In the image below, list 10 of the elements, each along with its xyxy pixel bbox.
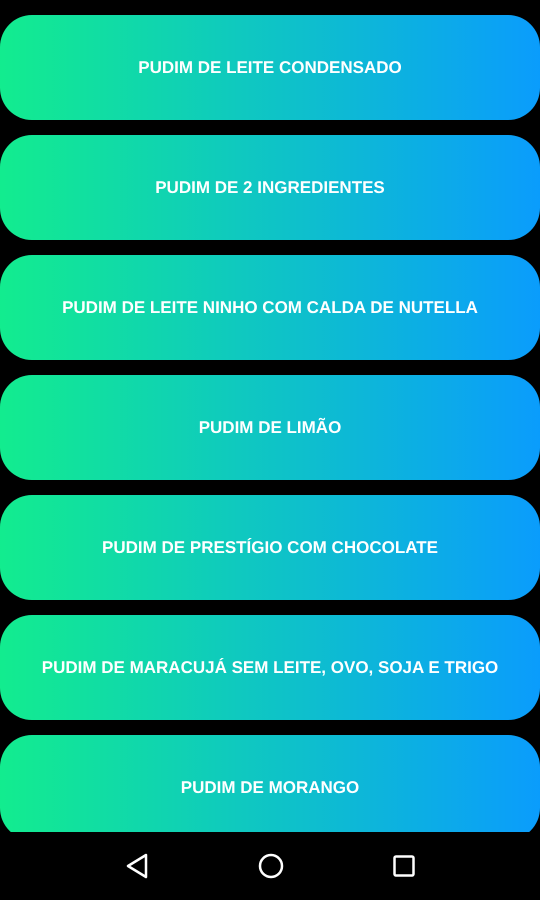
recipe-button[interactable]: PUDIM DE MORANGO bbox=[0, 735, 540, 832]
back-icon[interactable] bbox=[124, 853, 149, 879]
recipe-button[interactable]: PUDIM DE MARACUJÁ SEM LEITE, OVO, SOJA E TRIGO bbox=[0, 615, 540, 720]
recipe-button[interactable]: PUDIM DE LEITE NINHO COM CALDA DE NUTELLA bbox=[0, 255, 540, 360]
recipe-button[interactable]: PUDIM DE 2 INGREDIENTES bbox=[0, 135, 540, 240]
home-icon[interactable] bbox=[258, 853, 284, 879]
recipe-button[interactable]: PUDIM DE LEITE CONDENSADO bbox=[0, 15, 540, 120]
recipe-button[interactable]: PUDIM DE PRESTÍGIO COM CHOCOLATE bbox=[0, 495, 540, 600]
recipe-button[interactable]: PUDIM DE LIMÃO bbox=[0, 375, 540, 480]
recent-apps-icon[interactable] bbox=[393, 855, 416, 877]
